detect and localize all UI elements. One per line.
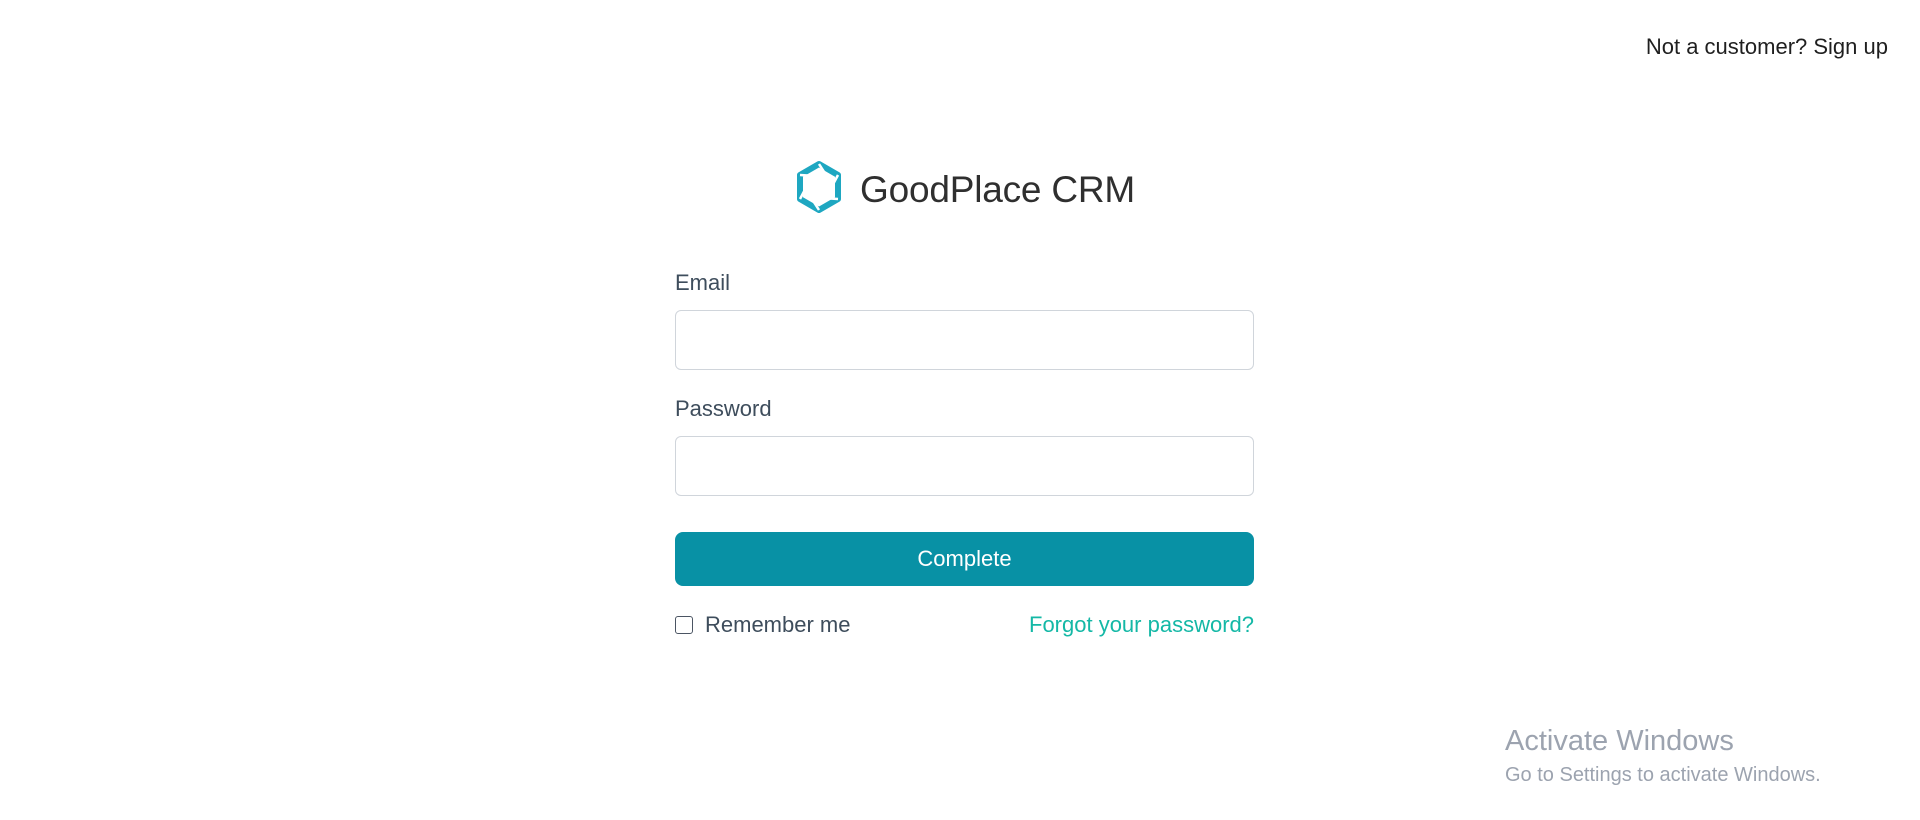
forgot-password-link[interactable]: Forgot your password? (1029, 612, 1254, 638)
watermark-subtitle: Go to Settings to activate Windows. (1505, 764, 1821, 786)
hexagon-logo-icon (792, 160, 846, 219)
signup-link[interactable]: Not a customer? Sign up (1646, 34, 1888, 60)
login-form: Email Password Complete Remember me Forg… (675, 270, 1254, 638)
password-input[interactable] (675, 436, 1254, 496)
email-input[interactable] (675, 310, 1254, 370)
password-field-group: Password (675, 396, 1254, 496)
remember-me-label: Remember me (705, 612, 851, 637)
brand-name: GoodPlace CRM (860, 168, 1136, 210)
remember-me-checkbox[interactable] (675, 616, 693, 634)
brand-logo: GoodPlace CRM (792, 160, 1135, 219)
login-page: Not a customer? Sign up GoodPlace CRM Em… (0, 0, 1920, 820)
complete-button[interactable]: Complete (675, 532, 1254, 586)
form-options-row: Remember me Forgot your password? (675, 612, 1254, 638)
email-field-group: Email (675, 270, 1254, 370)
windows-activation-watermark: Activate Windows Go to Settings to activ… (1505, 725, 1821, 787)
watermark-title: Activate Windows (1505, 725, 1734, 757)
password-label: Password (675, 396, 772, 421)
email-label: Email (675, 270, 731, 295)
remember-me: Remember me (675, 612, 850, 638)
